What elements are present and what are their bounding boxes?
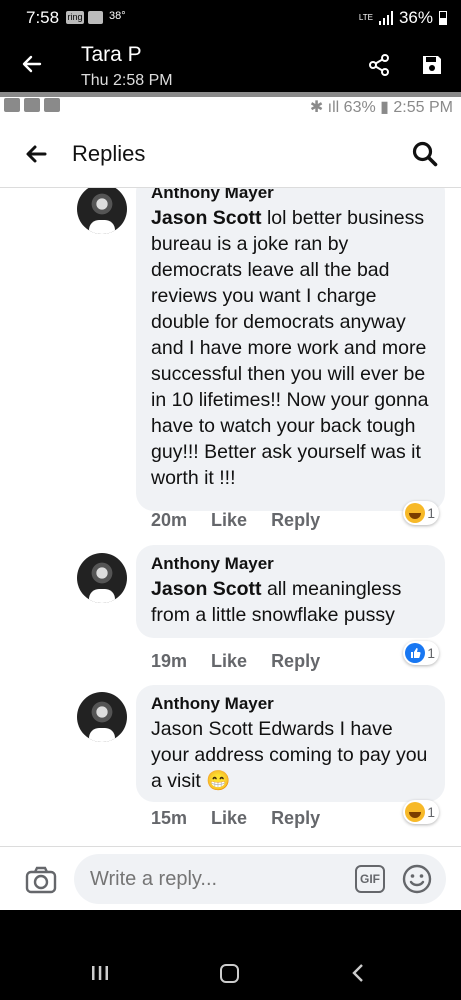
reply-button[interactable]: Reply — [271, 651, 320, 672]
shared-screenshot: ✱ ıll 63% ▮ 2:55 PM Replies Anthony Maye… — [0, 92, 461, 910]
reply-input[interactable] — [74, 854, 446, 904]
comment-bubble[interactable]: Anthony Mayer Jason Scott all meaningles… — [136, 545, 445, 638]
screenshot-status-bar: ✱ ıll 63% ▮ 2:55 PM — [0, 92, 461, 116]
comment-text: Jason Scott Edwards I have your address … — [151, 718, 428, 792]
reaction-count: 1 — [427, 645, 435, 661]
comment-time: 19m — [151, 651, 188, 671]
avatar[interactable] — [77, 553, 127, 603]
haha-reaction-icon — [405, 802, 426, 822]
mention-link[interactable]: Jason Scott — [151, 578, 262, 600]
comment-bubble[interactable]: Anthony Mayer Jason Scott Edwards I have… — [136, 685, 445, 802]
reply-button[interactable]: Reply — [271, 808, 320, 829]
back-arrow-icon[interactable] — [20, 52, 44, 76]
home-icon[interactable] — [220, 964, 239, 983]
haha-reaction-icon — [405, 503, 426, 523]
comment-time: 20m — [151, 510, 188, 530]
comment-actions: 20m Like Reply — [151, 510, 320, 531]
contact-name: Tara P — [81, 43, 142, 66]
comment-author[interactable]: Anthony Mayer — [151, 694, 430, 714]
recent-apps-icon[interactable] — [91, 965, 109, 981]
reaction-count: 1 — [427, 505, 435, 521]
lte-icon: LTE — [358, 13, 373, 22]
comment: Anthony Mayer Jason Scott Edwards I have… — [0, 685, 461, 846]
status-right-group: LTE 36% — [359, 8, 447, 28]
avatar[interactable] — [77, 188, 127, 234]
comment: Anthony Mayer Jason Scott all meaningles… — [0, 545, 461, 688]
comment-author[interactable]: Anthony Mayer — [151, 554, 430, 574]
screenshot-battery: 63% — [343, 99, 376, 116]
emoji-icon[interactable] — [402, 864, 432, 894]
comment-time: 15m — [151, 808, 188, 828]
like-button[interactable]: Like — [211, 651, 247, 672]
message-timestamp: Thu 2:58 PM — [81, 72, 173, 89]
battery-icon — [439, 11, 447, 25]
comment-author[interactable]: Anthony Mayer — [151, 188, 430, 203]
screenshot-time: 2:55 PM — [393, 99, 453, 116]
page-title: Replies — [72, 141, 146, 166]
navigation-bar — [0, 910, 461, 1000]
ring-app-icon: ring — [66, 11, 84, 24]
comment-text: Jason Scott all meaningless from a littl… — [151, 576, 430, 628]
signal-icon — [378, 11, 393, 25]
image-notification-icon — [88, 11, 103, 24]
nav-back-icon[interactable] — [350, 963, 366, 983]
like-button[interactable]: Like — [211, 510, 247, 531]
gif-button[interactable]: GIF — [355, 865, 385, 893]
search-icon[interactable] — [411, 140, 439, 168]
comment: Anthony Mayer Jason Scott lol better bus… — [0, 188, 461, 548]
avatar[interactable] — [77, 692, 127, 742]
save-icon[interactable] — [420, 53, 444, 77]
conversation-header: Tara P Thu 2:58 PM — [0, 36, 461, 92]
battery-percent: 36% — [398, 8, 433, 27]
camera-icon[interactable] — [24, 863, 58, 897]
reaction-badge[interactable]: 1 — [403, 501, 439, 525]
comment-text: Jason Scott lol better business bureau i… — [151, 205, 430, 491]
share-icon[interactable] — [367, 53, 391, 77]
reaction-badge[interactable]: 1 — [403, 800, 439, 824]
status-time: 7:58 — [26, 8, 60, 27]
reaction-badge[interactable]: 1 — [403, 641, 439, 665]
comment-actions: 15m Like Reply — [151, 808, 320, 829]
mention-link[interactable]: Jason Scott — [151, 207, 262, 229]
weather-temperature: 38° — [109, 10, 126, 22]
back-arrow-icon[interactable] — [24, 142, 48, 166]
like-reaction-icon — [405, 643, 426, 663]
reaction-count: 1 — [427, 804, 435, 820]
like-button[interactable]: Like — [211, 808, 247, 829]
reply-composer: GIF — [0, 846, 461, 910]
screenshot-notification-icons — [4, 98, 60, 112]
reply-button[interactable]: Reply — [271, 510, 320, 531]
device-status-bar: 7:58 ring 38° LTE 36% — [0, 0, 461, 36]
screenshot-status-right: ✱ ıll 63% ▮ 2:55 PM — [309, 99, 453, 116]
comment-bubble[interactable]: Anthony Mayer Jason Scott lol better bus… — [136, 188, 445, 511]
comment-list: Anthony Mayer Jason Scott lol better bus… — [0, 188, 461, 846]
comment-actions: 19m Like Reply — [151, 651, 320, 672]
replies-app-bar: Replies — [0, 116, 461, 188]
comment-body: lol better business bureau is a joke ran… — [151, 207, 429, 489]
